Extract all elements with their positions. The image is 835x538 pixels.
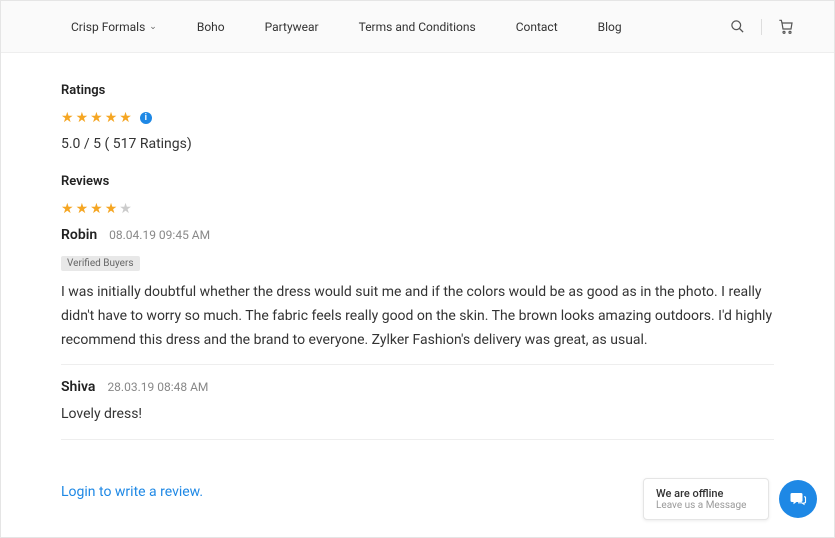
nav-label: Partywear xyxy=(265,20,319,34)
nav-label: Crisp Formals xyxy=(71,20,145,34)
star-icon: ★ xyxy=(105,201,118,217)
login-link[interactable]: Login to write a review. xyxy=(61,484,203,500)
nav-divider xyxy=(761,19,762,35)
star-icon: ★ xyxy=(90,110,103,126)
star-icon: ★ xyxy=(61,110,74,126)
nav-item-contact[interactable]: Contact xyxy=(516,20,558,34)
review-body: I was initially doubtful whether the dre… xyxy=(61,281,774,352)
nav-item-partywear[interactable]: Partywear xyxy=(265,20,319,34)
reviews-title: Reviews xyxy=(61,174,774,189)
reviewer-name: Robin xyxy=(61,227,97,243)
chat-button[interactable] xyxy=(779,480,817,518)
star-empty-icon: ★ xyxy=(119,201,132,217)
nav-label: Terms and Conditions xyxy=(359,20,476,34)
rating-summary: 5.0 / 5 ( 517 Ratings) xyxy=(61,136,774,152)
ratings-title: Ratings xyxy=(61,83,774,98)
content: Ratings ★ ★ ★ ★ ★ i 5.0 / 5 ( 517 Rating… xyxy=(1,53,834,537)
reviewer-name: Shiva xyxy=(61,379,95,395)
nav-item-blog[interactable]: Blog xyxy=(598,20,622,34)
search-icon[interactable] xyxy=(730,19,745,34)
star-icon: ★ xyxy=(76,201,89,217)
ratings-stars: ★ ★ ★ ★ ★ i xyxy=(61,110,774,126)
chevron-down-icon: ⌄ xyxy=(149,22,157,32)
chat-title: We are offline xyxy=(656,487,756,500)
verified-badge: Verified Buyers xyxy=(61,256,140,271)
star-icon: ★ xyxy=(90,201,103,217)
review-date: 08.04.19 09:45 AM xyxy=(109,228,210,242)
chat-icon xyxy=(789,490,807,508)
review-item: Robin 08.04.19 09:45 AM Verified Buyers … xyxy=(61,227,774,365)
cart-icon[interactable] xyxy=(778,19,794,35)
nav-label: Boho xyxy=(197,20,225,34)
chat-widget: We are offline Leave us a Message xyxy=(643,478,817,520)
info-icon[interactable]: i xyxy=(140,112,152,124)
nav-item-crisp-formals[interactable]: Crisp Formals ⌄ xyxy=(71,20,157,34)
review-date: 28.03.19 08:48 AM xyxy=(107,380,208,394)
chat-subtitle: Leave us a Message xyxy=(656,500,756,511)
nav-label: Blog xyxy=(598,20,622,34)
review-stars: ★ ★ ★ ★ ★ xyxy=(61,201,774,217)
star-icon: ★ xyxy=(119,110,132,126)
review-body: Lovely dress! xyxy=(61,403,774,427)
star-icon: ★ xyxy=(105,110,118,126)
nav-label: Contact xyxy=(516,20,558,34)
nav-item-boho[interactable]: Boho xyxy=(197,20,225,34)
review-item: Shiva 28.03.19 08:48 AM Lovely dress! xyxy=(61,379,774,440)
nav-item-terms[interactable]: Terms and Conditions xyxy=(359,20,476,34)
chat-box[interactable]: We are offline Leave us a Message xyxy=(643,478,769,520)
main-nav: Crisp Formals ⌄ Boho Partywear Terms and… xyxy=(1,1,834,53)
star-icon: ★ xyxy=(76,110,89,126)
star-icon: ★ xyxy=(61,201,74,217)
